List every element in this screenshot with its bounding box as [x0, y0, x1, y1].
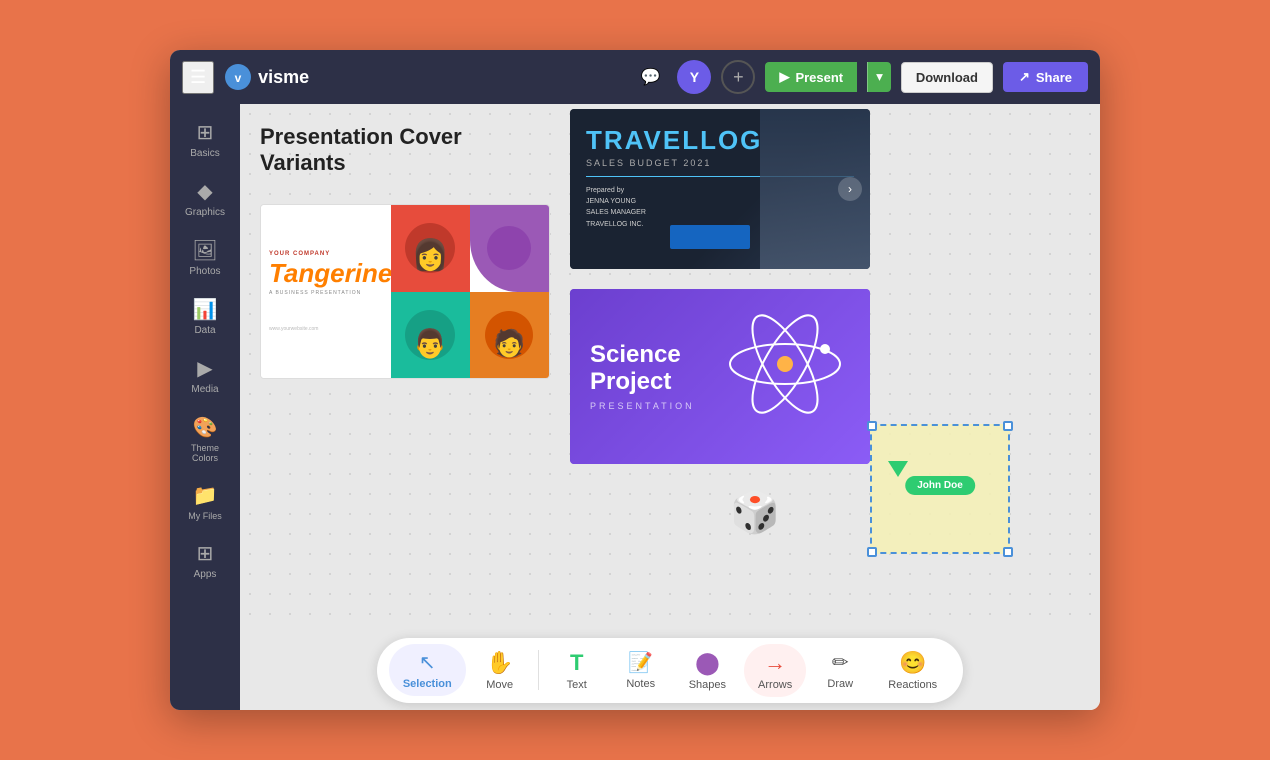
selection-label: Selection: [403, 678, 452, 690]
basics-icon: ⊞: [197, 120, 214, 145]
toolbar-item-shapes[interactable]: ⬤ Shapes: [675, 644, 740, 697]
resize-handle-bl[interactable]: [867, 547, 877, 557]
present-dropdown-button[interactable]: ▾: [867, 62, 891, 92]
resize-handle-tl[interactable]: [867, 421, 877, 431]
board-game-pieces: 🎲: [730, 489, 810, 549]
move-label: Move: [486, 679, 513, 691]
download-button[interactable]: Download: [901, 62, 993, 93]
header-actions: 💬 Y + ▶ Present ▾ Download ↗ Share: [633, 60, 1088, 94]
atom-graphic: [720, 299, 850, 429]
shapes-label: Shapes: [689, 679, 726, 691]
sidebar-item-label: Media: [191, 384, 218, 395]
sidebar-item-label: Data: [194, 325, 215, 336]
toolbar-item-notes[interactable]: 📝 Notes: [611, 644, 671, 696]
main-area: ⊞ Basics ◆ Graphics 🖼 Photos 📊 Data ▶ Me…: [170, 104, 1100, 710]
element-label: John Doe: [905, 476, 975, 495]
sidebar-item-label: Basics: [190, 148, 219, 159]
notes-icon: 📝: [628, 650, 653, 675]
draw-label: Draw: [827, 678, 853, 690]
notes-label: Notes: [626, 678, 655, 690]
sidebar: ⊞ Basics ◆ Graphics 🖼 Photos 📊 Data ▶ Me…: [170, 104, 240, 710]
next-arrow[interactable]: ›: [838, 177, 862, 201]
sidebar-item-theme-colors[interactable]: 🎨 ThemeColors: [176, 407, 234, 471]
shapes-icon: ⬤: [695, 650, 720, 676]
element-triangle: [888, 461, 908, 477]
selection-icon: ↖: [419, 650, 436, 675]
canvas-content[interactable]: Presentation Cover Variants YOUR COMPANY…: [240, 104, 1100, 630]
slide-science[interactable]: Science Project PRESENTATION: [570, 289, 870, 464]
menu-button[interactable]: ☰: [182, 61, 214, 94]
media-icon: ▶: [197, 356, 212, 381]
toolbar-item-draw[interactable]: ✏ Draw: [810, 644, 870, 696]
travellog-blue-bar: [670, 225, 750, 249]
comment-button[interactable]: 💬: [633, 60, 667, 94]
sidebar-item-basics[interactable]: ⊞ Basics: [176, 112, 234, 167]
sidebar-item-label: Apps: [194, 569, 217, 580]
sidebar-item-my-files[interactable]: 📁 My Files: [176, 475, 234, 529]
sidebar-item-label: Photos: [189, 266, 220, 277]
toolbar-item-selection[interactable]: ↖ Selection: [389, 644, 466, 696]
toolbar-pills: ↖ Selection ✋ Move T Text 📝 Notes: [377, 638, 963, 703]
sidebar-item-media[interactable]: ▶ Media: [176, 348, 234, 403]
sidebar-item-data[interactable]: 📊 Data: [176, 289, 234, 344]
toolbar-item-arrows[interactable]: → Arrows: [744, 644, 806, 697]
reactions-icon: 😊: [899, 650, 926, 676]
logo: v visme: [224, 63, 309, 91]
tangerine-title: Tangerine: [269, 261, 383, 286]
app-window: ☰ v visme 💬 Y + ▶ Present ▾ Download ↗ S…: [170, 50, 1100, 710]
reactions-label: Reactions: [888, 679, 937, 691]
slide-title: Presentation Cover Variants: [260, 124, 462, 177]
selected-element[interactable]: John Doe: [870, 424, 1010, 554]
slide-travellog[interactable]: TRAVELLOG SALES BUDGET 2021 Prepared by …: [570, 109, 870, 269]
present-button[interactable]: ▶ Present: [765, 62, 857, 92]
move-icon: ✋: [486, 650, 513, 676]
graphics-icon: ◆: [197, 179, 212, 204]
avatar[interactable]: Y: [677, 60, 711, 94]
header: ☰ v visme 💬 Y + ▶ Present ▾ Download ↗ S…: [170, 50, 1100, 104]
tangerine-url: www.yourwebsite.com: [269, 326, 383, 332]
draw-icon: ✏: [832, 650, 849, 675]
text-label: Text: [567, 679, 587, 691]
tg-cell-1: 👩: [391, 205, 470, 292]
sidebar-item-label: Graphics: [185, 207, 225, 218]
tangerine-brand: YOUR COMPANY: [269, 251, 383, 257]
sidebar-item-photos[interactable]: 🖼 Photos: [176, 230, 234, 285]
my-files-icon: 📁: [193, 483, 218, 508]
data-icon: 📊: [193, 297, 218, 322]
sidebar-item-label: My Files: [188, 511, 222, 521]
resize-handle-tr[interactable]: [1003, 421, 1013, 431]
svg-text:v: v: [235, 71, 242, 85]
text-icon: T: [570, 650, 583, 676]
apps-icon: ⊞: [197, 541, 214, 566]
tg-cell-3: 👨: [391, 292, 470, 379]
toolbar-item-reactions[interactable]: 😊 Reactions: [874, 644, 951, 697]
resize-handle-br[interactable]: [1003, 547, 1013, 557]
sidebar-item-label: ThemeColors: [191, 443, 219, 463]
toolbar-divider-1: [538, 650, 539, 690]
slide-tangerine[interactable]: YOUR COMPANY Tangerine A BUSINESS PRESEN…: [260, 204, 550, 379]
sidebar-item-graphics[interactable]: ◆ Graphics: [176, 171, 234, 226]
bottom-toolbar: ↖ Selection ✋ Move T Text 📝 Notes: [240, 630, 1100, 710]
tangerine-subtitle: A BUSINESS PRESENTATION: [269, 290, 383, 296]
add-collaborator-button[interactable]: +: [721, 60, 755, 94]
logo-icon: v: [224, 63, 252, 91]
arrows-label: Arrows: [758, 679, 792, 691]
arrows-icon: →: [764, 650, 786, 676]
toolbar-item-text[interactable]: T Text: [547, 644, 607, 697]
theme-colors-icon: 🎨: [193, 415, 218, 440]
tg-cell-2: [470, 205, 549, 292]
toolbar-item-move[interactable]: ✋ Move: [470, 644, 530, 697]
photos-icon: 🖼: [192, 238, 217, 263]
share-button[interactable]: ↗ Share: [1003, 62, 1088, 92]
sidebar-item-apps[interactable]: ⊞ Apps: [176, 533, 234, 588]
tg-cell-4: 🧑: [470, 292, 549, 379]
canvas-area: Presentation Cover Variants YOUR COMPANY…: [240, 104, 1100, 710]
